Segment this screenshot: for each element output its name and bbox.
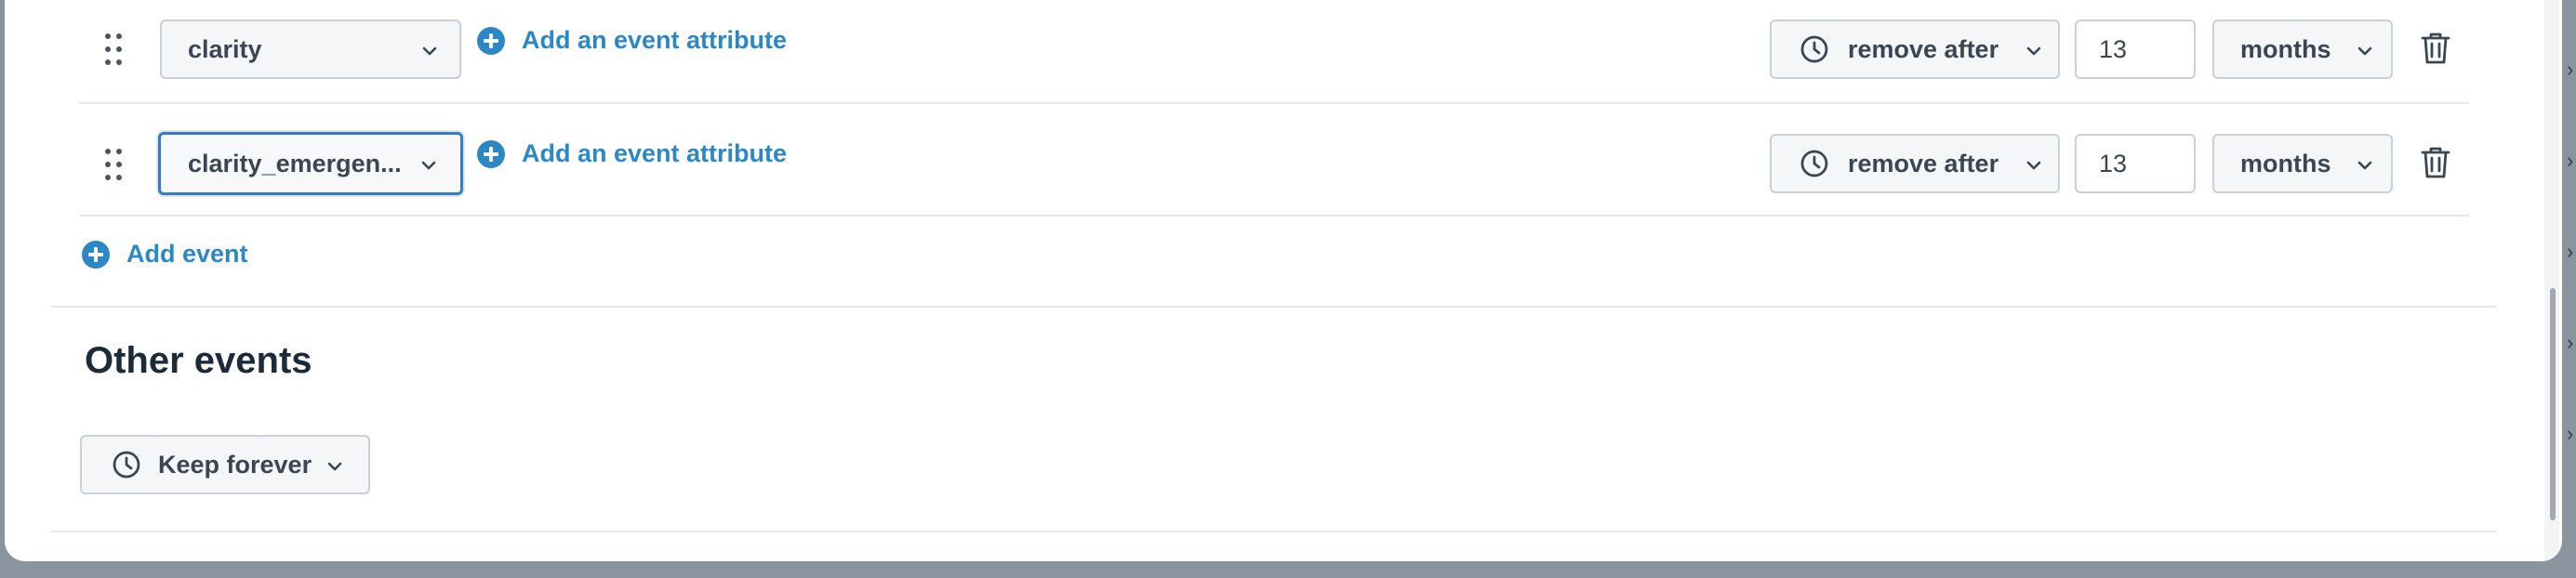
add-event-attribute-label: Add an event attribute — [522, 139, 788, 167]
retention-unit-value: months — [2240, 34, 2331, 63]
add-event-button[interactable]: Add event — [82, 240, 248, 269]
chevron-down-icon — [422, 46, 437, 56]
row-divider — [79, 102, 2469, 104]
event-name-select[interactable]: clarity — [160, 20, 461, 79]
retention-panel: clarity Add an event attribute remove af… — [5, 0, 2562, 561]
chevron-right-icon: › — [2567, 58, 2574, 81]
trash-icon[interactable] — [2420, 31, 2451, 66]
retention-unit-select[interactable]: months — [2212, 134, 2393, 193]
drag-handle-icon[interactable] — [105, 149, 126, 182]
event-name-value: clarity — [188, 34, 262, 63]
retention-unit-value: months — [2240, 149, 2331, 177]
chevron-down-icon — [2357, 46, 2372, 56]
add-event-attribute-link[interactable]: Add an event attribute — [477, 26, 787, 55]
add-event-attribute-link[interactable]: Add an event attribute — [477, 139, 787, 168]
chevron-right-icon: › — [2567, 422, 2574, 445]
retention-unit-select[interactable]: months — [2212, 20, 2393, 79]
add-event-label: Add event — [126, 240, 248, 268]
event-row: clarity_emergen... Add an event attribut… — [79, 113, 2469, 227]
chevron-down-icon — [2026, 46, 2041, 56]
section-divider — [51, 306, 2497, 308]
chevron-right-icon: › — [2567, 149, 2574, 172]
plus-circle-icon — [477, 26, 505, 55]
background-strip — [2562, 0, 2576, 578]
chevron-down-icon — [2026, 161, 2041, 170]
plus-circle-icon — [82, 240, 110, 269]
trash-icon[interactable] — [2420, 145, 2451, 180]
clock-icon — [1800, 35, 1828, 63]
section-divider — [51, 531, 2497, 532]
event-row: clarity Add an event attribute remove af… — [79, 0, 2469, 113]
add-event-attribute-label: Add an event attribute — [522, 26, 788, 54]
clock-icon — [1800, 150, 1828, 177]
retention-action-select[interactable]: remove after — [1770, 20, 2060, 79]
drag-handle-icon[interactable] — [105, 33, 126, 67]
retention-amount-input[interactable] — [2075, 134, 2196, 193]
event-name-value: clarity_emergen... — [188, 149, 402, 177]
clock-icon — [113, 451, 140, 479]
other-events-retention-select[interactable]: Keep forever — [80, 435, 370, 494]
plus-circle-icon — [477, 139, 505, 168]
chevron-down-icon — [327, 462, 342, 471]
chevron-right-icon: › — [2567, 331, 2574, 354]
retention-amount-input[interactable] — [2075, 20, 2196, 79]
chevron-right-icon: › — [2567, 240, 2574, 263]
chevron-down-icon — [421, 161, 436, 170]
scrollbar-thumb[interactable] — [2550, 288, 2556, 520]
row-divider — [79, 215, 2469, 217]
event-name-select[interactable]: clarity_emergen... — [158, 132, 463, 195]
other-events-heading: Other events — [85, 340, 312, 381]
retention-action-select[interactable]: remove after — [1770, 134, 2060, 193]
chevron-down-icon — [2357, 161, 2372, 170]
